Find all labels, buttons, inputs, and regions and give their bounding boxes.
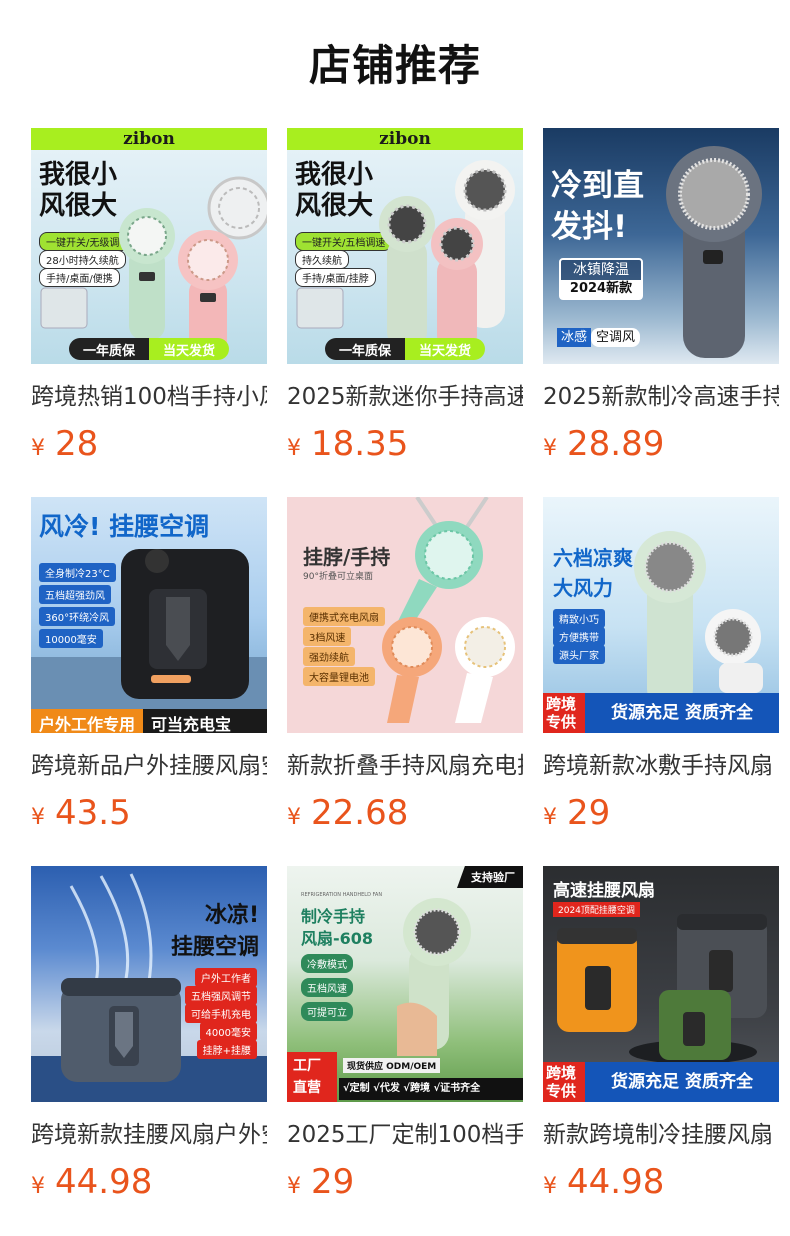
product-card[interactable]: 六档凉爽 大风力 精致小巧 方便携带 源头厂家 跨境 专供 货源充足 资质齐全 … — [543, 497, 779, 835]
product-card[interactable]: zibon 我很小 风很大 一键开关/五档调速 持久续航 手持/桌面/挂脖 一年… — [287, 128, 523, 466]
product-image[interactable]: 挂脖/手持 90°折叠可立桌面 便携式充电风扇 3档风速 强劲续航 大容量锂电池 — [287, 497, 523, 733]
warranty-label: 一年质保 — [324, 338, 405, 360]
product-image[interactable]: 支持验厂 REFRIGERATION HANDHELD FAN 制冷手持 风扇-… — [287, 866, 523, 1102]
supply-label: 货源充足 资质齐全 — [585, 693, 779, 733]
product-price: ¥29 — [287, 1160, 523, 1204]
product-name[interactable]: 新款跨境制冷挂腰风扇 — [543, 1120, 779, 1150]
cross-border-label: 跨境 专供 — [543, 693, 585, 733]
fan-illustration — [40, 176, 267, 358]
product-price: ¥28 — [31, 422, 267, 466]
product-image[interactable]: 六档凉爽 大风力 精致小巧 方便携带 源头厂家 跨境 专供 货源充足 资质齐全 — [543, 497, 779, 733]
product-price: ¥28.89 — [543, 422, 779, 466]
fan-illustration — [296, 160, 515, 352]
product-name[interactable]: 跨境热销100档手持小风扇 — [31, 382, 267, 412]
feature-tag: 挂脖+挂腰 — [196, 1040, 257, 1059]
product-image[interactable]: 冷到直 发抖! 冰镇降温 2024新款 冰感 空调风 — [543, 128, 779, 364]
product-card[interactable]: 风冷! 挂腰空调 全身制冷23°C 五档超强劲风 360°环绕冷风 10000毫… — [31, 497, 267, 835]
feature-tag: 可给手机充电 — [185, 1004, 257, 1023]
product-price: ¥43.5 — [31, 791, 267, 835]
product-price: ¥22.68 — [287, 791, 523, 835]
currency-symbol: ¥ — [31, 805, 45, 830]
currency-symbol: ¥ — [287, 805, 301, 830]
promo-band: 工厂 直营 现货供应 ODM/OEM √定制 √代发 √跨境 √证书齐全 — [287, 1052, 523, 1102]
price-value: 18.35 — [311, 424, 409, 464]
feature-tag: 户外工作者 — [195, 968, 257, 987]
product-image[interactable]: 冰凉! 挂腰空调 户外工作者 五档强风调节 可给手机充电 4000毫安 挂脖+挂… — [31, 866, 267, 1102]
price-value: 43.5 — [55, 793, 131, 833]
currency-symbol: ¥ — [543, 436, 557, 461]
feature-tag: 五档强风调节 — [185, 986, 257, 1005]
price-value: 29 — [311, 1162, 355, 1202]
product-name[interactable]: 跨境新品户外挂腰风扇空调 — [31, 751, 267, 781]
product-name[interactable]: 2025新款制冷高速手持风扇 — [543, 382, 779, 412]
promo-band: 跨境 专供 货源充足 资质齐全 — [543, 693, 779, 733]
fan-illustration — [382, 497, 515, 723]
product-price: ¥44.98 — [31, 1160, 267, 1204]
price-value: 22.68 — [311, 793, 409, 833]
service-label: √定制 √代发 √跨境 √证书齐全 — [339, 1078, 523, 1100]
product-card[interactable]: zibon 我很小 风很大 一键开关/无级调节 28小时持久续航 手持/桌面/便… — [31, 128, 267, 466]
product-name[interactable]: 跨境新款挂腰风扇户外空调 — [31, 1120, 267, 1150]
price-value: 28.89 — [567, 424, 665, 464]
promo-band: 一年质保 当天发货 — [287, 338, 523, 360]
product-image[interactable]: zibon 我很小 风很大 一键开关/无级调节 28小时持久续航 手持/桌面/便… — [31, 128, 267, 364]
product-price: ¥29 — [543, 791, 779, 835]
warranty-label: 一年质保 — [68, 338, 149, 360]
product-image[interactable]: zibon 我很小 风很大 一键开关/五档调速 持久续航 手持/桌面/挂脖 一年… — [287, 128, 523, 364]
product-name[interactable]: 2025工厂定制100档手持风扇 — [287, 1120, 523, 1150]
same-day-label: 当天发货 — [405, 338, 486, 360]
currency-symbol: ¥ — [31, 436, 45, 461]
product-image[interactable]: 高速挂腰风扇 2024顶配挂腰空调 跨境 专供 货源充足 资质齐全 — [543, 866, 779, 1102]
shop-recommendations: 店铺推荐 zibon 我很小 风很大 一键开关/无级调节 28小时持久续航 手持… — [0, 0, 790, 1236]
currency-symbol: ¥ — [543, 1174, 557, 1199]
product-name[interactable]: 跨境新款冰敷手持风扇 — [543, 751, 779, 781]
factory-label: 工厂 直营 — [287, 1052, 337, 1102]
outdoor-label: 户外工作专用 — [31, 709, 144, 733]
product-card[interactable]: 冰凉! 挂腰空调 户外工作者 五档强风调节 可给手机充电 4000毫安 挂脖+挂… — [31, 866, 267, 1204]
power-bank-label: 可当充电宝 — [143, 709, 267, 733]
fan-illustration — [666, 146, 762, 358]
product-card[interactable]: 挂脖/手持 90°折叠可立桌面 便携式充电风扇 3档风速 强劲续航 大容量锂电池 — [287, 497, 523, 835]
price-value: 29 — [567, 793, 611, 833]
supply-label: 现货供应 ODM/OEM — [343, 1058, 441, 1073]
currency-symbol: ¥ — [287, 1174, 301, 1199]
promo-band: 一年质保 当天发货 — [31, 338, 267, 360]
currency-symbol: ¥ — [287, 436, 301, 461]
same-day-label: 当天发货 — [149, 338, 230, 360]
cross-border-label: 跨境 专供 — [543, 1062, 585, 1102]
product-price: ¥18.35 — [287, 422, 523, 466]
promo-band: 跨境 专供 货源充足 资质齐全 — [543, 1062, 779, 1102]
price-value: 44.98 — [55, 1162, 153, 1202]
price-value: 28 — [55, 424, 99, 464]
waist-cooler-illustration — [31, 549, 267, 717]
supply-label: 货源充足 资质齐全 — [585, 1062, 779, 1102]
feature-tag: 4000毫安 — [199, 1022, 257, 1041]
product-image[interactable]: 风冷! 挂腰空调 全身制冷23°C 五档超强劲风 360°环绕冷风 10000毫… — [31, 497, 267, 733]
currency-symbol: ¥ — [543, 805, 557, 830]
product-card[interactable]: 高速挂腰风扇 2024顶配挂腰空调 跨境 专供 货源充足 资质齐全 新款跨境制冷… — [543, 866, 779, 1204]
page-title: 店铺推荐 — [308, 41, 481, 90]
price-value: 44.98 — [567, 1162, 665, 1202]
product-card[interactable]: 冷到直 发抖! 冰镇降温 2024新款 冰感空调风 2025新款制冷高速手持风扇… — [543, 128, 779, 466]
product-price: ¥44.98 — [543, 1160, 779, 1204]
promo-band: 户外工作专用 可当充电宝 — [31, 709, 267, 733]
currency-symbol: ¥ — [31, 1174, 45, 1199]
product-name[interactable]: 新款折叠手持风扇充电挂脖 — [287, 751, 523, 781]
product-name[interactable]: 2025新款迷你手持高速风扇 — [287, 382, 523, 412]
thumb-headline: 冰凉! 挂腰空调 — [170, 903, 259, 960]
product-card[interactable]: 支持验厂 REFRIGERATION HANDHELD FAN 制冷手持 风扇-… — [287, 866, 523, 1204]
